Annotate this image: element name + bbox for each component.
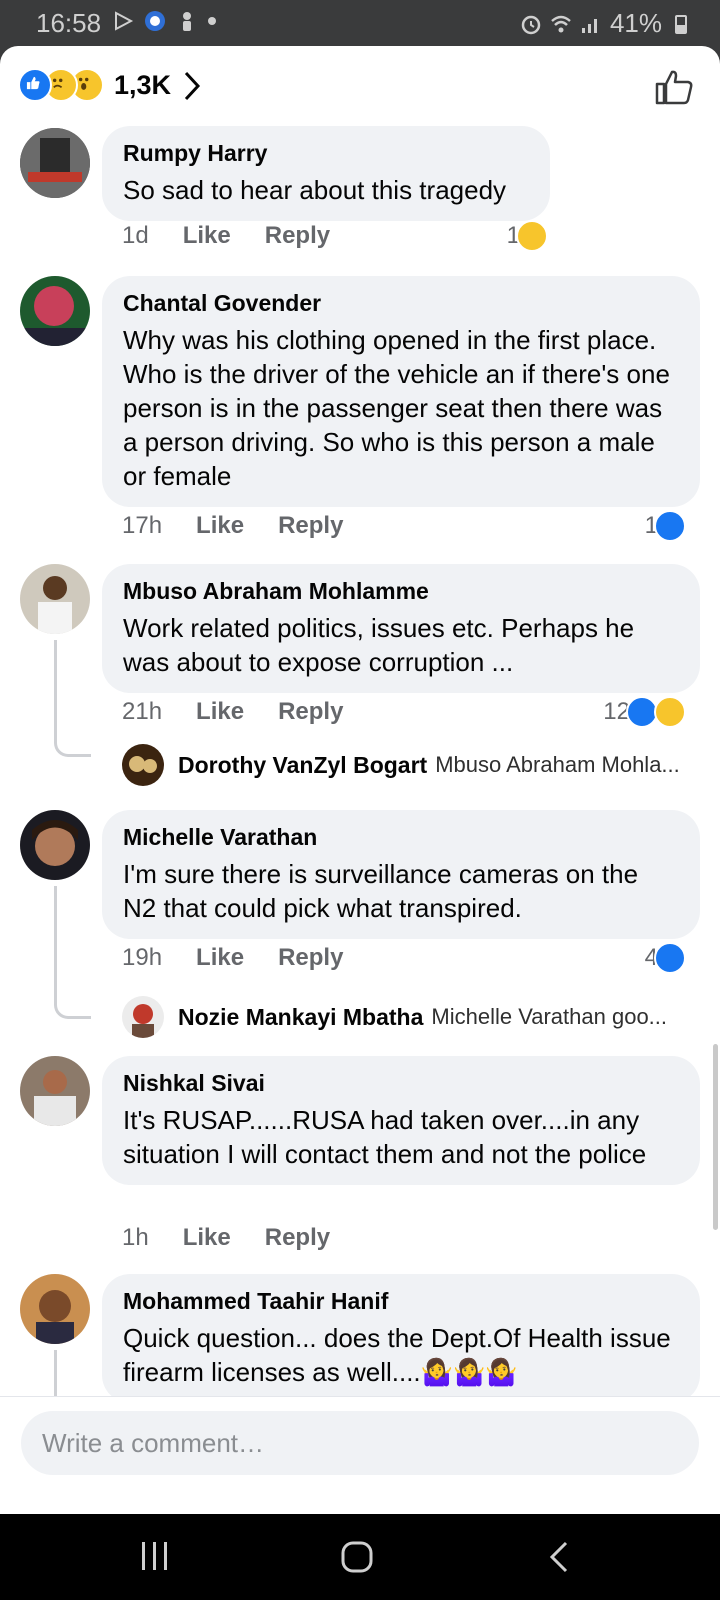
comment-bubble[interactable]: Michelle Varathan I'm sure there is surv…: [102, 810, 700, 939]
like-reaction-icon: [654, 510, 686, 542]
comment-actions: 1d Like Reply: [122, 222, 330, 250]
comment-text: Why was his clothing opened in the first…: [123, 325, 670, 491]
comment-author[interactable]: Mohammed Taahir Hanif: [123, 1288, 678, 1315]
comment-time: 17h: [122, 512, 163, 539]
sheet-header: 1,3K: [0, 46, 720, 130]
comment-bubble[interactable]: Mbuso Abraham Mohlamme Work related poli…: [102, 564, 700, 693]
comment-bubble[interactable]: Rumpy Harry So sad to hear about this tr…: [102, 126, 550, 221]
status-left-icons: [112, 10, 216, 32]
wifi-icon: [551, 15, 571, 32]
system-nav-bar: [0, 1514, 720, 1600]
comment-composer: [0, 1396, 720, 1514]
play-store-icon: [115, 11, 134, 31]
reply-avatar: [122, 996, 164, 1038]
comment-author[interactable]: Chantal Govender: [123, 290, 678, 317]
comment-bubble[interactable]: Nishkal Sivai It's RUSAP......RUSA had t…: [102, 1056, 700, 1185]
signal-icon: [581, 18, 597, 33]
reply-button[interactable]: Reply: [278, 512, 343, 540]
chevron-right-icon[interactable]: [183, 70, 201, 102]
reply-avatar: [122, 744, 164, 786]
sad-reaction-icon: [516, 220, 548, 252]
reply-button[interactable]: Reply: [278, 944, 343, 972]
like-button[interactable]: Like: [183, 1224, 231, 1252]
avatar[interactable]: [20, 128, 90, 198]
comment-bubble[interactable]: Chantal Govender Why was his clothing op…: [102, 276, 700, 507]
thread-line: [54, 886, 91, 1019]
battery-icon: [675, 14, 687, 34]
like-reaction-icon: [18, 68, 52, 102]
status-time: 16:58: [36, 8, 102, 38]
comment-actions: 19h Like Reply: [122, 944, 343, 972]
comment-input[interactable]: [21, 1411, 699, 1475]
reply-button[interactable]: Reply: [265, 1224, 330, 1252]
comment-time: 1d: [122, 222, 149, 249]
reply-preview[interactable]: Nozie Mankayi Mbatha Michelle Varathan g…: [122, 996, 667, 1038]
comment-reactions[interactable]: 1: [507, 220, 548, 252]
like-button[interactable]: Like: [196, 698, 244, 726]
reaction-summary[interactable]: 1,3K: [18, 68, 171, 102]
comment-reactions[interactable]: 4: [645, 942, 686, 974]
battery-percent: 41%: [609, 8, 662, 38]
home-icon[interactable]: [340, 1540, 374, 1574]
comment-time: 19h: [122, 944, 163, 971]
avatar[interactable]: [20, 276, 90, 346]
comment-author[interactable]: Michelle Varathan: [123, 824, 678, 851]
like-reaction-icon: [654, 942, 686, 974]
avatar[interactable]: [20, 810, 90, 880]
recent-apps-icon[interactable]: [140, 1540, 170, 1572]
comment-time: 21h: [122, 698, 163, 725]
comment-bubble[interactable]: Mohammed Taahir Hanif Quick question... …: [102, 1274, 700, 1403]
avatar[interactable]: [20, 564, 90, 634]
person-icon: [183, 12, 191, 31]
comment-text: Work related politics, issues etc. Perha…: [123, 613, 635, 677]
back-icon[interactable]: [548, 1540, 570, 1574]
comment-actions: 17h Like Reply: [122, 512, 343, 540]
wow-reaction-icon: [654, 696, 686, 728]
like-post-button[interactable]: [654, 68, 694, 106]
comments-sheet: 1,3K Rumpy Harry So sad to hear about th…: [0, 46, 720, 1514]
like-button[interactable]: Like: [196, 944, 244, 972]
reply-text: Mbuso Abraham Mohla...: [435, 752, 680, 777]
reply-text: Michelle Varathan goo...: [431, 1004, 668, 1029]
comment-actions: 1h Like Reply: [122, 1224, 330, 1252]
status-right-icons: 41%: [520, 8, 692, 39]
status-bar: 16:58 41%: [0, 0, 720, 46]
globe-app-icon: [145, 11, 165, 31]
like-button[interactable]: Like: [196, 512, 244, 540]
comment-author[interactable]: Rumpy Harry: [123, 140, 528, 167]
thread-line: [54, 640, 91, 757]
comment-author[interactable]: Nishkal Sivai: [123, 1070, 678, 1097]
reply-button[interactable]: Reply: [278, 698, 343, 726]
comment-time: 1h: [122, 1224, 149, 1251]
avatar[interactable]: [20, 1056, 90, 1126]
like-button[interactable]: Like: [183, 222, 231, 250]
comment-reactions[interactable]: 1: [645, 510, 686, 542]
reaction-count: 1,3K: [114, 69, 172, 100]
scrollbar[interactable]: [713, 1044, 718, 1230]
comment-text: So sad to hear about this tragedy: [123, 175, 507, 205]
reply-author: Nozie Mankayi Mbatha: [178, 1003, 424, 1030]
reply-preview[interactable]: Dorothy VanZyl Bogart Mbuso Abraham Mohl…: [122, 744, 680, 786]
comment-actions: 21h Like Reply: [122, 698, 343, 726]
reply-author: Dorothy VanZyl Bogart: [178, 751, 428, 778]
comment-reactions[interactable]: 12: [603, 696, 686, 728]
alarm-icon: [521, 15, 541, 34]
reply-button[interactable]: Reply: [265, 222, 330, 250]
comment-author[interactable]: Mbuso Abraham Mohlamme: [123, 578, 678, 605]
comment-text: It's RUSAP......RUSA had taken over....i…: [123, 1105, 647, 1169]
comment-text: Quick question... does the Dept.Of Healt…: [123, 1323, 671, 1387]
comment-text: I'm sure there is surveillance cameras o…: [123, 859, 639, 923]
dot-icon: [208, 17, 216, 25]
avatar[interactable]: [20, 1274, 90, 1344]
